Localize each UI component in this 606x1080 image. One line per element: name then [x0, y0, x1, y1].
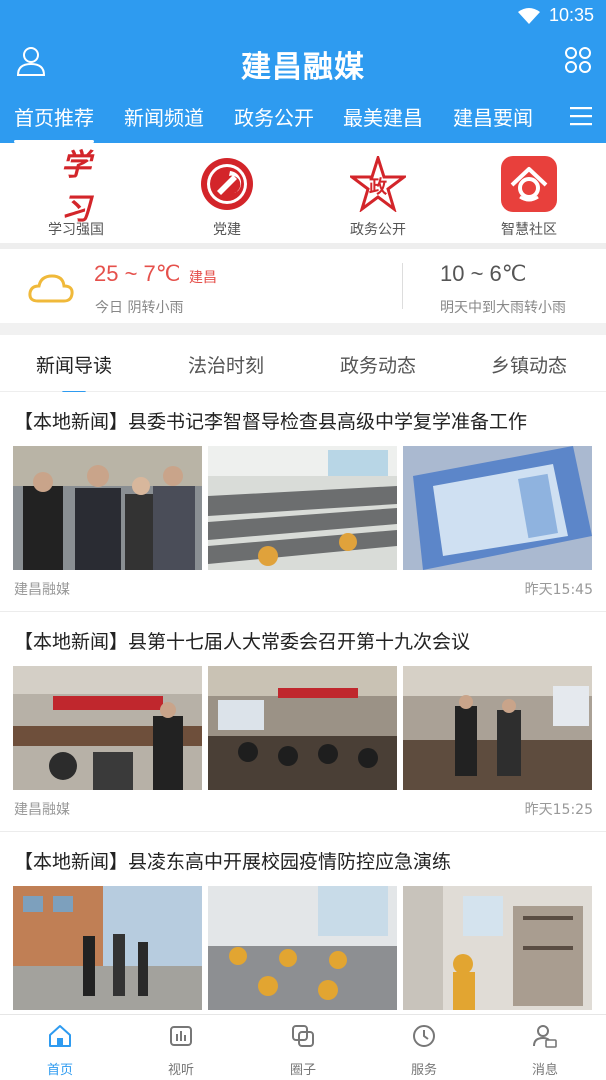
- video-icon: [170, 1026, 192, 1046]
- news-photo: [403, 666, 592, 790]
- news-source: 建昌融媒: [14, 802, 70, 818]
- news-card[interactable]: 【本地新闻】县第十七届人大常委会召开第十九次会议 建昌融媒 昨天15:25: [0, 612, 606, 832]
- weather-divider: [402, 263, 403, 309]
- quick-link-label: 党建: [213, 222, 241, 238]
- xuexi-logo-icon: 学习: [61, 148, 91, 227]
- bottom-navigation: 首页 视听 圈子 服务 消息: [0, 1014, 606, 1080]
- news-photo: [403, 446, 592, 570]
- bottom-nav-service[interactable]: 服务: [384, 1023, 464, 1078]
- subtab-law[interactable]: 法治时刻: [188, 351, 264, 378]
- news-title: 【本地新闻】县凌东高中开展校园疫情防控应急演练: [14, 851, 452, 873]
- subtab-gov-news[interactable]: 政务动态: [340, 351, 416, 378]
- app-title: 建昌融媒: [241, 50, 365, 85]
- tab-government-affairs[interactable]: 政务公开: [234, 102, 314, 131]
- subtab-township-news[interactable]: 乡镇动态: [491, 351, 567, 378]
- bottom-nav-label: 首页: [46, 1063, 73, 1078]
- status-time: 10:35: [548, 5, 594, 25]
- today-weather-desc: 今日 阴转小雨: [95, 300, 184, 316]
- quick-link-label: 政务公开: [350, 222, 406, 238]
- bottom-nav-label: 消息: [531, 1063, 558, 1078]
- wifi-icon: [518, 8, 540, 24]
- quick-link-label: 智慧社区: [501, 222, 557, 238]
- news-photo: [403, 886, 592, 1010]
- title-bar: 建昌融媒: [0, 32, 606, 92]
- quick-link-gov[interactable]: 政 政务公开: [323, 155, 433, 239]
- circle-icon: [292, 1025, 314, 1047]
- bottom-nav-label: 圈子: [289, 1063, 316, 1078]
- news-photo: [13, 446, 202, 570]
- message-user-icon: [533, 1025, 557, 1048]
- app-header: 10:35 建昌融媒 首页推荐 新闻频道 政务公开 最美建昌 建昌要闻: [0, 0, 606, 143]
- news-images: [13, 446, 593, 570]
- sub-tabs: 新闻导读 法治时刻 政务动态 乡镇动态: [0, 335, 606, 394]
- clock-icon: [413, 1025, 435, 1047]
- quick-link-xuexi[interactable]: 学习 学习强国: [21, 148, 131, 239]
- tomorrow-temperature: 10 ~ 6℃: [440, 261, 527, 286]
- weather-city: 建昌: [189, 270, 217, 286]
- quick-link-label: 学习强国: [48, 222, 104, 238]
- home-icon: [49, 1025, 71, 1047]
- news-photo: [13, 666, 202, 790]
- bottom-nav-video[interactable]: 视听: [141, 1023, 221, 1078]
- news-images: [13, 666, 593, 790]
- news-images: [13, 886, 593, 1010]
- tab-home-recommend[interactable]: 首页推荐: [14, 102, 94, 143]
- quick-link-community[interactable]: 智慧社区: [474, 155, 584, 239]
- channel-tabs: 首页推荐 新闻频道 政务公开 最美建昌 建昌要闻: [0, 92, 606, 143]
- news-photo: [13, 886, 202, 1010]
- news-card[interactable]: 【本地新闻】县委书记李智督导检查县高级中学复学准备工作 建昌融媒 昨天15:45: [0, 392, 606, 612]
- smart-community-icon: [500, 155, 558, 213]
- news-card[interactable]: 【本地新闻】县凌东高中开展校园疫情防控应急演练: [0, 832, 606, 1014]
- bottom-nav-circle[interactable]: 圈子: [263, 1023, 343, 1078]
- tomorrow-weather-desc: 明天中到大雨转小雨: [440, 300, 566, 316]
- government-star-icon: 政: [349, 155, 407, 213]
- news-photo: [208, 446, 397, 570]
- tab-jianchang-news[interactable]: 建昌要闻: [453, 102, 533, 131]
- cloud-icon: [28, 274, 74, 303]
- quick-links: 学习 学习强国 党建 政 政务公开 智慧社区: [0, 143, 606, 243]
- bottom-nav-label: 视听: [167, 1063, 194, 1078]
- bottom-nav-label: 服务: [410, 1063, 437, 1078]
- subtab-news-guide[interactable]: 新闻导读: [36, 351, 112, 394]
- news-time: 昨天15:25: [524, 802, 593, 818]
- news-time: 昨天15:45: [524, 582, 593, 598]
- weather-widget[interactable]: 25 ~ 7℃ 建昌 今日 阴转小雨 10 ~ 6℃ 明天中到大雨转小雨: [0, 249, 606, 323]
- menu-icon[interactable]: [570, 106, 592, 126]
- today-temperature: 25 ~ 7℃: [94, 261, 181, 286]
- party-emblem-icon: [198, 155, 256, 213]
- apps-grid-icon[interactable]: [564, 46, 592, 74]
- news-feed: 【本地新闻】县委书记李智督导检查县高级中学复学准备工作 建昌融媒 昨天15:45…: [0, 392, 606, 1014]
- news-title: 【本地新闻】县第十七届人大常委会召开第十九次会议: [14, 631, 471, 653]
- news-source: 建昌融媒: [14, 582, 70, 598]
- section-divider: [0, 323, 606, 335]
- status-bar: 10:35: [0, 0, 606, 32]
- bottom-nav-messages[interactable]: 消息: [505, 1023, 585, 1078]
- news-photo: [208, 886, 397, 1010]
- tab-beautiful-jianchang[interactable]: 最美建昌: [343, 102, 423, 131]
- bottom-nav-home[interactable]: 首页: [20, 1023, 100, 1078]
- news-photo: [208, 666, 397, 790]
- quick-link-party[interactable]: 党建: [172, 155, 282, 239]
- news-title: 【本地新闻】县委书记李智督导检查县高级中学复学准备工作: [14, 411, 528, 433]
- tab-news-channel[interactable]: 新闻频道: [124, 102, 204, 131]
